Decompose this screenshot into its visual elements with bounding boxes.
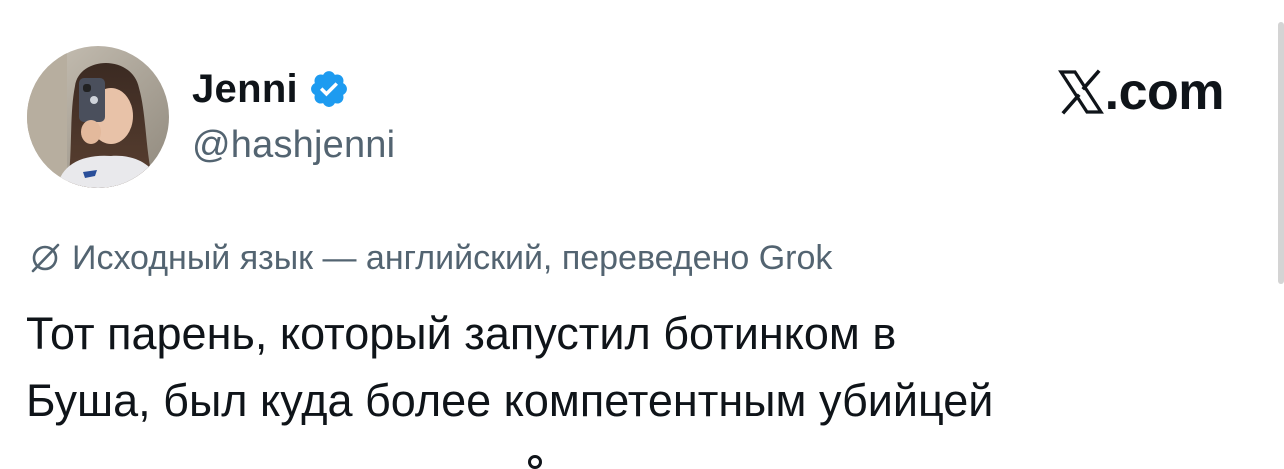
avatar[interactable] bbox=[27, 46, 169, 188]
display-name[interactable]: Jenni bbox=[192, 67, 298, 112]
author-name-row[interactable]: Jenni bbox=[192, 64, 350, 114]
translation-note[interactable]: Исходный язык — английский, переведено G… bbox=[28, 234, 832, 282]
verified-check-icon bbox=[308, 68, 350, 110]
x-logo-domain-text: .com bbox=[1104, 63, 1225, 121]
cutoff-text-fragment bbox=[528, 455, 542, 469]
translation-note-text: Исходный язык — английский, переведено G… bbox=[72, 238, 833, 277]
author-handle[interactable]: @hashjenni bbox=[192, 124, 395, 167]
x-com-logo: .com bbox=[1057, 62, 1225, 122]
tweet-text: Тот парень, который запустил ботинком в … bbox=[26, 300, 1246, 434]
scrollbar[interactable] bbox=[1278, 22, 1284, 284]
tweet-text-line-1: Тот парень, который запустил ботинком в bbox=[26, 308, 897, 359]
tweet-text-line-2: Буша, был куда более компетентным убийце… bbox=[26, 375, 994, 426]
x-logo-icon bbox=[1057, 69, 1104, 115]
translate-icon bbox=[28, 241, 62, 275]
avatar-photo bbox=[27, 46, 169, 188]
